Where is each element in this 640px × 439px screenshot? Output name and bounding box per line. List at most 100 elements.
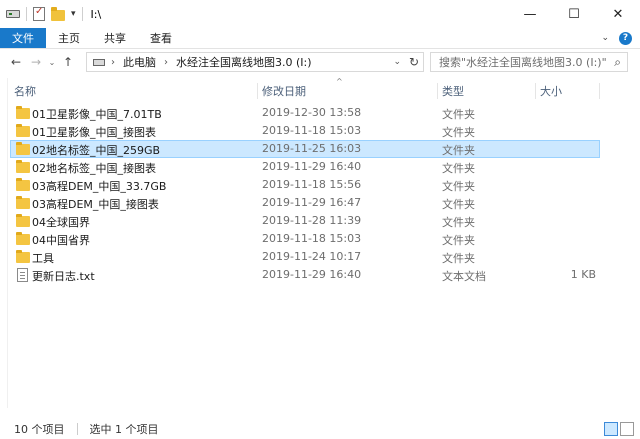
file-type: 文件夹 xyxy=(442,108,475,121)
status-divider xyxy=(76,423,78,435)
list-item[interactable]: 更新日志.txt 2019-11-29 16:40 文本文档 1 KB xyxy=(10,266,600,284)
list-item[interactable]: 01卫星影像_中国_接图表 2019-11-18 15:03 文件夹 xyxy=(10,122,600,140)
list-item[interactable]: 03高程DEM_中国_接图表 2019-11-29 16:47 文件夹 xyxy=(10,194,600,212)
details-view-icon[interactable] xyxy=(604,422,618,436)
breadcrumb-separator[interactable]: › xyxy=(164,57,168,68)
search-icon[interactable]: ⌕ xyxy=(614,55,621,70)
folder-icon xyxy=(16,232,30,245)
ribbon-tabs: 文件 主页 共享 查看 ⌄ ? xyxy=(0,28,640,49)
breadcrumb-this-pc[interactable]: 此电脑 xyxy=(123,54,156,70)
search-placeholder: 搜索"水经注全国离线地图3.0 (I:)" xyxy=(439,56,607,69)
tab-file[interactable]: 文件 xyxy=(0,28,46,48)
address-dropdown-icon[interactable]: ⌄ xyxy=(393,57,401,67)
file-name: 更新日志.txt xyxy=(32,270,95,283)
file-date: 2019-11-29 16:47 xyxy=(262,196,362,209)
tab-view[interactable]: 查看 xyxy=(138,28,184,48)
file-name: 04中国省界 xyxy=(32,234,90,247)
file-date: 2019-11-18 15:03 xyxy=(262,124,362,137)
file-type: 文件夹 xyxy=(442,216,475,229)
item-count: 10 个项目 xyxy=(14,423,65,436)
file-name: 03高程DEM_中国_33.7GB xyxy=(32,180,167,193)
quick-access-toolbar: ▾ xyxy=(0,0,83,28)
file-name: 02地名标签_中国_接图表 xyxy=(32,162,156,175)
file-name: 02地名标签_中国_259GB xyxy=(32,144,161,157)
file-date: 2019-11-29 16:40 xyxy=(262,160,362,173)
breadcrumb-separator[interactable]: › xyxy=(111,57,115,68)
list-item[interactable]: 04全球国界 2019-11-28 11:39 文件夹 xyxy=(10,212,600,230)
folder-icon xyxy=(16,106,30,119)
window-controls: — ☐ ✕ xyxy=(508,0,640,28)
column-header-name[interactable]: 名称 xyxy=(10,83,258,99)
file-type: 文件夹 xyxy=(442,198,475,211)
file-date: 2019-11-29 16:40 xyxy=(262,268,362,281)
navigation-bar: ← → ⌄ ↑ › 此电脑 › 水经注全国离线地图3.0 (I:) ⌄ ↻ 搜索… xyxy=(0,50,640,74)
file-date: 2019-11-25 16:03 xyxy=(262,142,362,155)
list-item[interactable]: 04中国省界 2019-11-18 15:03 文件夹 xyxy=(10,230,600,248)
file-list: 01卫星影像_中国_7.01TB 2019-12-30 13:58 文件夹 01… xyxy=(10,104,630,284)
navigation-pane[interactable] xyxy=(0,78,8,408)
address-bar[interactable]: › 此电脑 › 水经注全国离线地图3.0 (I:) ⌄ ↻ xyxy=(86,52,424,72)
column-header-date[interactable]: 修改日期 xyxy=(258,83,438,99)
minimize-button[interactable]: — xyxy=(508,0,552,28)
drive-icon xyxy=(93,58,105,66)
column-header-size[interactable]: 大小 xyxy=(536,83,600,99)
view-buttons xyxy=(604,422,634,436)
folder-icon xyxy=(16,142,30,155)
large-icons-view-icon[interactable] xyxy=(620,422,634,436)
help-icon[interactable]: ? xyxy=(619,31,632,45)
window-title: I:\ xyxy=(90,7,102,21)
column-headers: ^ 名称 修改日期 类型 大小 xyxy=(10,77,630,102)
file-name: 04全球国界 xyxy=(32,216,90,229)
file-name: 01卫星影像_中国_7.01TB xyxy=(32,108,162,121)
recent-locations-dropdown-icon[interactable]: ⌄ xyxy=(46,58,58,67)
list-item-selected[interactable]: 02地名标签_中国_259GB 2019-11-25 16:03 文件夹 xyxy=(10,140,600,158)
title-bar: ▾ I:\ — ☐ ✕ xyxy=(0,0,640,28)
list-item[interactable]: 01卫星影像_中国_7.01TB 2019-12-30 13:58 文件夹 xyxy=(10,104,600,122)
folder-icon xyxy=(16,214,30,227)
new-folder-icon[interactable] xyxy=(51,6,65,21)
file-date: 2019-11-28 11:39 xyxy=(262,214,362,227)
text-file-icon xyxy=(17,268,28,282)
file-type: 文件夹 xyxy=(442,234,475,247)
file-size: 1 KB xyxy=(570,268,596,281)
folder-icon xyxy=(16,124,30,137)
folder-icon xyxy=(16,178,30,191)
customize-toolbar-dropdown-icon[interactable]: ▾ xyxy=(71,9,76,19)
expand-ribbon-icon[interactable]: ⌄ xyxy=(601,33,609,43)
column-header-type[interactable]: 类型 xyxy=(438,83,536,99)
file-type: 文件夹 xyxy=(442,144,475,157)
tab-share[interactable]: 共享 xyxy=(92,28,138,48)
folder-icon xyxy=(16,250,30,263)
file-type: 文本文档 xyxy=(442,270,486,283)
file-date: 2019-11-18 15:03 xyxy=(262,232,362,245)
ribbon-right: ⌄ ? xyxy=(601,28,640,48)
file-name: 03高程DEM_中国_接图表 xyxy=(32,198,159,211)
folder-icon xyxy=(16,196,30,209)
close-button[interactable]: ✕ xyxy=(596,0,640,28)
back-button[interactable]: ← xyxy=(6,55,26,69)
refresh-icon[interactable]: ↻ xyxy=(409,55,419,69)
up-button[interactable]: ↑ xyxy=(58,55,78,69)
file-name: 01卫星影像_中国_接图表 xyxy=(32,126,156,139)
breadcrumb-drive[interactable]: 水经注全国离线地图3.0 (I:) xyxy=(176,54,312,70)
tab-home[interactable]: 主页 xyxy=(46,28,92,48)
drive-icon[interactable] xyxy=(6,10,20,18)
file-name: 工具 xyxy=(32,252,54,265)
list-item[interactable]: 工具 2019-11-24 10:17 文件夹 xyxy=(10,248,600,266)
search-input[interactable]: 搜索"水经注全国离线地图3.0 (I:)" ⌕ xyxy=(430,52,628,72)
toolbar-divider xyxy=(81,7,83,21)
list-item[interactable]: 03高程DEM_中国_33.7GB 2019-11-18 15:56 文件夹 xyxy=(10,176,600,194)
status-bar: 10 个项目 选中 1 个项目 xyxy=(0,419,640,439)
file-type: 文件夹 xyxy=(442,162,475,175)
maximize-button[interactable]: ☐ xyxy=(552,0,596,28)
selected-count: 选中 1 个项目 xyxy=(89,423,159,436)
file-date: 2019-12-30 13:58 xyxy=(262,106,362,119)
properties-icon[interactable] xyxy=(33,6,45,21)
list-item[interactable]: 02地名标签_中国_接图表 2019-11-29 16:40 文件夹 xyxy=(10,158,600,176)
file-date: 2019-11-24 10:17 xyxy=(262,250,362,263)
folder-icon xyxy=(16,160,30,173)
toolbar-divider xyxy=(26,7,27,21)
forward-button[interactable]: → xyxy=(26,55,46,69)
file-type: 文件夹 xyxy=(442,180,475,193)
file-date: 2019-11-18 15:56 xyxy=(262,178,362,191)
